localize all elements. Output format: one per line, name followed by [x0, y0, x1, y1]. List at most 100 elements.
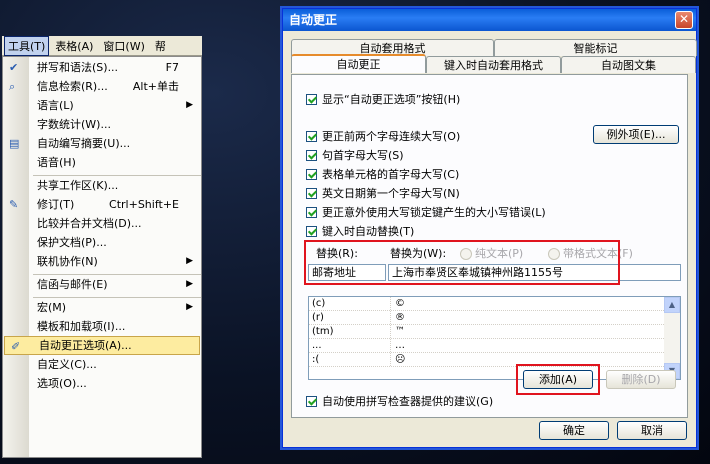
checkbox-capitalize-table-cells[interactable]: 表格单元格的首字母大写(C) — [306, 166, 459, 182]
menu-item[interactable]: 比较并合并文档(D)... — [3, 214, 201, 233]
tab-autocorrect[interactable]: 自动更正 — [291, 54, 426, 73]
list-item[interactable]: :(☹ — [309, 353, 680, 367]
checkbox-replace-as-type[interactable]: 键入时自动替换(T) — [306, 223, 414, 239]
menu-item-shortcut: F7 — [165, 61, 179, 74]
autocorrect-icon: ✐ — [11, 340, 21, 353]
menu-item-label: 宏(M) — [37, 301, 67, 314]
menu-item[interactable]: ✐ 自动更正选项(A)... — [4, 336, 200, 355]
menu-item[interactable]: 保护文档(P)... — [3, 233, 201, 252]
autocorrect-entries-list[interactable]: (c) © (r) ® (tm) ™... …:(☹ ▲ ▼ — [308, 296, 681, 380]
menu-window[interactable]: 窗口(W) — [99, 36, 148, 56]
menu-item-label: 自定义(C)... — [37, 358, 97, 371]
submenu-arrow-icon: ▶ — [186, 256, 193, 266]
entry-from: (tm) — [309, 325, 391, 338]
menu-item[interactable]: ✎ 修订(T) Ctrl+Shift+E — [3, 195, 201, 214]
checkbox-box[interactable] — [306, 130, 317, 142]
close-button[interactable]: ✕ — [675, 11, 693, 29]
checkbox-capitalize-sentences[interactable]: 句首字母大写(S) — [306, 147, 404, 163]
menu-item[interactable]: ⌕ 信息检索(R)... Alt+单击 — [3, 77, 201, 96]
menu-item-label: 修订(T) — [37, 198, 75, 211]
menu-item-shortcut: Alt+单击 — [132, 80, 179, 93]
checkbox-label: 自动使用拼写检查器提供的建议(G) — [322, 395, 494, 408]
research-icon: ⌕ — [9, 80, 16, 93]
submenu-arrow-icon: ▶ — [186, 100, 193, 110]
menu-table[interactable]: 表格(A) — [51, 36, 97, 56]
menu-item-label: 拼写和语法(S)... — [37, 61, 119, 74]
checkbox-capitalize-dates[interactable]: 英文日期第一个字母大写(N) — [306, 185, 460, 201]
submenu-arrow-icon: ▶ — [186, 302, 193, 312]
checkbox-box[interactable] — [306, 225, 317, 237]
menu-bar: 工具(T) 表格(A) 窗口(W) 帮 — [2, 35, 202, 56]
tab-panel: 显示“自动更正选项”按钮(H) 更正前两个字母连续大写(O) 例外项(E)...… — [291, 74, 688, 418]
list-item[interactable]: (r) ® — [309, 311, 680, 325]
menu-item-label: 模板和加载项(I)... — [37, 320, 126, 333]
spellcheck-icon: ✔ — [9, 61, 19, 74]
menu-item[interactable]: 选项(O)... — [3, 374, 201, 393]
checkbox-label: 更正意外使用大写锁定键产生的大小写错误(L) — [322, 206, 546, 219]
menu-item[interactable]: 字数统计(W)... — [3, 115, 201, 134]
menu-item[interactable]: 宏(M) ▶ — [33, 297, 201, 317]
checkbox-box[interactable] — [306, 187, 317, 199]
menu-item[interactable]: 共享工作区(K)... — [33, 175, 201, 195]
menu-item[interactable]: ▤ 自动编写摘要(U)... — [3, 134, 201, 153]
checkbox-label: 表格单元格的首字母大写(C) — [322, 168, 460, 181]
menu-item[interactable]: ✔ 拼写和语法(S)... F7 — [3, 58, 201, 77]
autosummary-icon: ▤ — [9, 137, 20, 150]
menu-item-label: 信函与邮件(E) — [37, 278, 108, 291]
checkbox-box[interactable] — [306, 395, 317, 407]
list-item[interactable]: ...… — [309, 339, 680, 353]
tab-smart-tags[interactable]: 智能标记 — [494, 39, 697, 56]
checkbox-show-buttons[interactable]: 显示“自动更正选项”按钮(H) — [306, 91, 460, 107]
menu-item-label: 共享工作区(K)... — [37, 179, 119, 192]
entry-to: ® — [395, 312, 405, 323]
entries-rows: (c) © (r) ® (tm) ™... …:(☹ — [309, 297, 680, 367]
menu-help[interactable]: 帮 — [151, 36, 170, 56]
autocorrect-dialog: 自动更正 ✕ 自动套用格式 智能标记 显示“自动更正选项”按钮(H) 更正前两个… — [282, 8, 697, 448]
checkbox-label: 键入时自动替换(T) — [322, 225, 415, 238]
menu-item-label: 字数统计(W)... — [37, 118, 111, 131]
dialog-titlebar: 自动更正 ✕ — [283, 9, 696, 31]
dialog-title: 自动更正 — [289, 13, 338, 27]
menu-item-label: 联机协作(N) — [37, 255, 98, 268]
list-item[interactable]: (tm) ™ — [309, 325, 680, 339]
menu-item[interactable]: 信函与邮件(E) ▶ — [33, 274, 201, 294]
checkbox-label: 句首字母大写(S) — [322, 149, 404, 162]
tabs-row-bottom: 自动更正 键入时自动套用格式 自动图文集 — [291, 54, 696, 73]
highlight-add-box — [516, 364, 600, 395]
checkbox-caps-lock[interactable]: 更正意外使用大写锁定键产生的大小写错误(L) — [306, 204, 546, 220]
menu-item[interactable]: 语言(L) ▶ — [3, 96, 201, 115]
list-item[interactable]: (c) © — [309, 297, 680, 311]
entry-from: ... — [309, 339, 391, 352]
list-scrollbar[interactable]: ▲ ▼ — [664, 297, 680, 379]
menu-item-label: 选项(O)... — [37, 377, 87, 390]
checkbox-two-initial-caps[interactable]: 更正前两个字母连续大写(O) — [306, 128, 460, 144]
cancel-button[interactable]: 取消 — [617, 421, 687, 440]
tab-autoformat-as-you-type[interactable]: 键入时自动套用格式 — [426, 56, 561, 73]
checkbox-box[interactable] — [306, 206, 317, 218]
entry-to: © — [395, 298, 405, 309]
menu-item-label: 自动更正选项(A)... — [39, 339, 132, 352]
checkbox-box[interactable] — [306, 149, 317, 161]
delete-button[interactable]: 删除(D) — [606, 370, 676, 389]
menu-item[interactable]: 联机协作(N) ▶ — [3, 252, 201, 271]
menu-item-shortcut: Ctrl+Shift+E — [109, 198, 179, 211]
checkbox-box[interactable] — [306, 168, 317, 180]
exceptions-button[interactable]: 例外项(E)... — [593, 125, 679, 144]
close-icon: ✕ — [678, 12, 690, 26]
checkbox-spell-suggest[interactable]: 自动使用拼写检查器提供的建议(G) — [306, 393, 493, 409]
scroll-up-icon[interactable]: ▲ — [664, 297, 680, 313]
menu-item[interactable]: 模板和加载项(I)... — [3, 317, 201, 336]
ok-button[interactable]: 确定 — [539, 421, 609, 440]
menu-item-label: 保护文档(P)... — [37, 236, 107, 249]
tab-autotext[interactable]: 自动图文集 — [561, 56, 696, 73]
menu-item[interactable]: 语音(H) — [3, 153, 201, 172]
menu-item[interactable]: 自定义(C)... — [3, 355, 201, 374]
checkbox-box[interactable] — [306, 93, 317, 105]
menu-item-label: 自动编写摘要(U)... — [37, 137, 131, 150]
entry-from: (r) — [309, 311, 391, 324]
menu-tools[interactable]: 工具(T) — [4, 35, 50, 56]
entry-from: :( — [309, 353, 391, 366]
entry-from: (c) — [309, 297, 391, 310]
checkbox-label: 更正前两个字母连续大写(O) — [322, 130, 461, 143]
menu-item-label: 比较并合并文档(D)... — [37, 217, 142, 230]
